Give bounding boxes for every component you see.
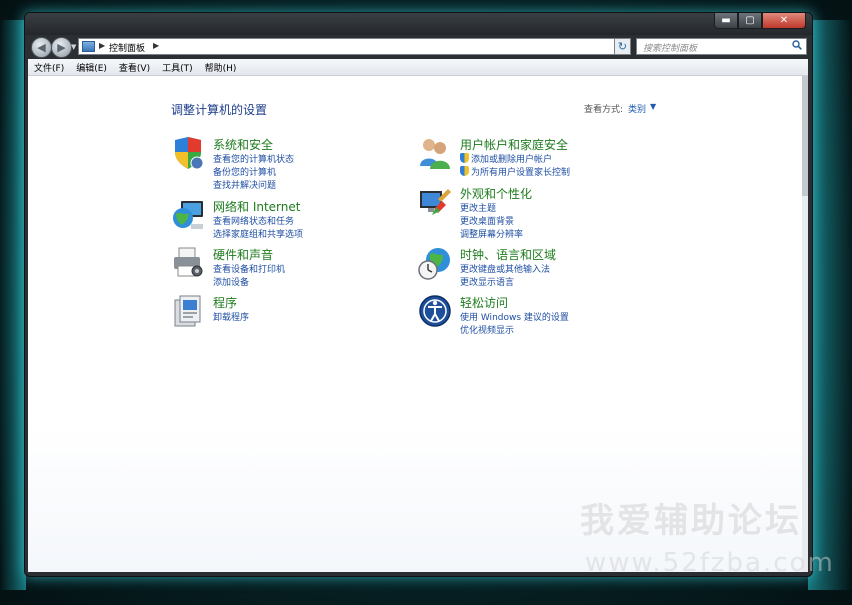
desktop-glow-left	[0, 20, 26, 590]
watermark-text: 我爱辅助论坛	[580, 501, 802, 541]
refresh-button[interactable]: ↻	[614, 38, 631, 55]
breadcrumb-arrow-icon[interactable]: ▶	[99, 41, 105, 50]
caption-buttons: ▬ ▢ ✕	[714, 13, 806, 29]
link-uninstall-program[interactable]: 卸载程序	[213, 310, 249, 323]
link-devices-printers[interactable]: 查看设备和打印机	[213, 262, 285, 275]
address-bar[interactable]: ▶ 控制面板 ▶ ▼	[78, 38, 627, 55]
back-button[interactable]: ◀	[31, 37, 52, 58]
breadcrumb-control-panel[interactable]: 控制面板	[109, 41, 145, 54]
search-input[interactable]: 搜索控制面板	[643, 41, 697, 54]
link-screen-resolution[interactable]: 调整屏幕分辨率	[460, 227, 523, 240]
link-desktop-background[interactable]: 更改桌面背景	[460, 214, 514, 227]
link-add-remove-accounts[interactable]: 添加或删除用户帐户	[460, 152, 552, 165]
menu-view[interactable]: 查看(V)	[113, 59, 156, 75]
search-box[interactable]: 搜索控制面板	[636, 38, 807, 55]
clock-globe-icon[interactable]	[418, 246, 452, 280]
close-button[interactable]: ✕	[762, 13, 806, 29]
security-shield-icon[interactable]	[171, 136, 205, 170]
category-title-user-accounts[interactable]: 用户帐户和家庭安全	[460, 136, 568, 153]
link-keyboard-input[interactable]: 更改键盘或其他输入法	[460, 262, 550, 275]
link-view-computer-status[interactable]: 查看您的计算机状态	[213, 152, 294, 165]
users-icon[interactable]	[418, 136, 452, 170]
view-by-dropdown[interactable]: 类别	[628, 102, 646, 115]
programs-icon[interactable]	[171, 294, 205, 328]
view-by-label: 查看方式:	[584, 105, 624, 115]
category-title-appearance[interactable]: 外观和个性化	[460, 185, 532, 202]
title-bar[interactable]: ▬ ▢ ✕	[25, 13, 812, 35]
link-display-language[interactable]: 更改显示语言	[460, 275, 514, 288]
page-title: 调整计算机的设置	[171, 103, 268, 117]
link-change-theme[interactable]: 更改主题	[460, 201, 496, 214]
link-optimize-video[interactable]: 优化视频显示	[460, 323, 514, 336]
watermark-url: www.52fzba.com	[585, 548, 835, 578]
menu-tools[interactable]: 工具(T)	[156, 59, 199, 75]
category-title-ease-of-access[interactable]: 轻松访问	[460, 294, 508, 311]
control-panel-icon	[82, 41, 95, 52]
menu-edit[interactable]: 编辑(E)	[70, 59, 113, 75]
category-title-clock-language-region[interactable]: 时钟、语言和区域	[460, 246, 556, 263]
link-view-network-status[interactable]: 查看网络状态和任务	[213, 214, 294, 227]
search-icon[interactable]	[792, 40, 802, 53]
breadcrumb-arrow-icon[interactable]: ▶	[153, 41, 159, 50]
forward-button[interactable]: ▶	[51, 37, 72, 58]
link-add-device[interactable]: 添加设备	[213, 275, 249, 288]
maximize-button[interactable]: ▢	[738, 13, 762, 29]
printer-icon[interactable]	[171, 246, 205, 280]
network-globe-icon[interactable]	[171, 198, 205, 232]
menu-bar: 文件(F) 编辑(E) 查看(V) 工具(T) 帮助(H)	[28, 59, 808, 76]
menu-file[interactable]: 文件(F)	[28, 59, 70, 75]
link-find-fix-problems[interactable]: 查找并解决问题	[213, 178, 276, 191]
link-homegroup-sharing[interactable]: 选择家庭组和共享选项	[213, 227, 303, 240]
link-parental-controls[interactable]: 为所有用户设置家长控制	[460, 165, 570, 178]
scrollbar-thumb[interactable]	[802, 76, 808, 196]
navigation-bar: ◀ ▶ ▼ ▶ 控制面板 ▶ ▼ ↻ 搜索控制面板	[25, 35, 812, 59]
appearance-icon[interactable]	[418, 185, 452, 219]
uac-shield-icon	[460, 166, 469, 176]
link-backup-computer[interactable]: 备份您的计算机	[213, 165, 276, 178]
category-title-hardware-sound[interactable]: 硬件和声音	[213, 246, 273, 263]
category-title-network-internet[interactable]: 网络和 Internet	[213, 198, 300, 215]
ease-of-access-icon[interactable]	[418, 294, 452, 328]
vertical-scrollbar[interactable]	[802, 76, 808, 572]
link-recommended-settings[interactable]: 使用 Windows 建议的设置	[460, 310, 569, 323]
menu-help[interactable]: 帮助(H)	[199, 59, 243, 75]
category-title-system-security[interactable]: 系统和安全	[213, 136, 273, 153]
uac-shield-icon	[460, 153, 469, 163]
chevron-down-icon[interactable]: ▼	[650, 102, 656, 111]
desktop-glow-right	[808, 20, 852, 590]
recent-pages-dropdown[interactable]: ▼	[71, 43, 76, 51]
category-title-programs[interactable]: 程序	[213, 294, 237, 311]
minimize-button[interactable]: ▬	[714, 13, 738, 29]
